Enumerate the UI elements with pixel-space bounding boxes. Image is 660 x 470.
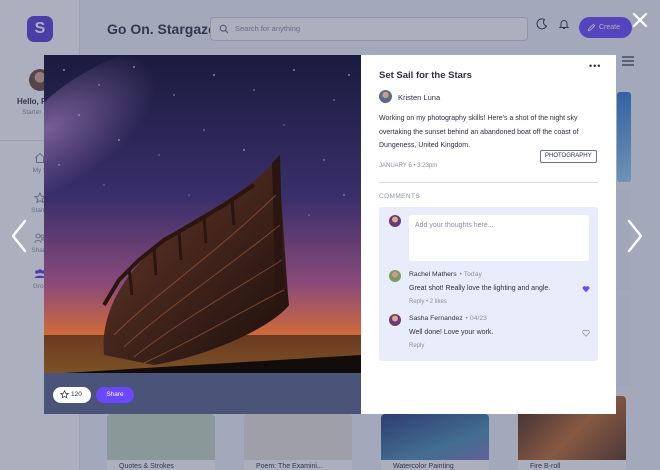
post-modal: 120 Share ••• Set Sail for the Stars Kri…	[44, 55, 616, 414]
comment-text: Great shot! Really love the lighting and…	[409, 285, 551, 292]
commenter-avatar[interactable]	[389, 314, 401, 326]
comment-time: • 04/23	[465, 315, 487, 322]
post-description: Working on my photography skills! Here’s…	[379, 115, 579, 149]
author-name[interactable]: Kristen Luna	[398, 93, 440, 102]
comment-time: • Today	[459, 271, 482, 278]
comment-header: Rachel Mathers • Today	[409, 271, 482, 278]
commenter-name[interactable]: Sasha Fernandez	[409, 315, 463, 322]
comments-heading: COMMENTS	[379, 193, 421, 200]
post-photo	[44, 55, 361, 373]
commenter-avatar[interactable]	[389, 270, 401, 282]
commenter-name[interactable]: Rachel Mathers	[409, 271, 457, 278]
comment-likes: • 2 likes	[426, 299, 447, 305]
star-icon	[60, 390, 69, 399]
comment-input[interactable]	[409, 215, 589, 261]
share-button[interactable]: Share	[96, 387, 134, 403]
current-user-avatar	[389, 215, 401, 227]
post-details: ••• Set Sail for the Stars Kristen Luna …	[361, 55, 616, 414]
comment-meta: Reply	[409, 343, 424, 349]
like-button[interactable]: 120	[53, 387, 91, 403]
next-arrow-icon[interactable]	[624, 218, 646, 254]
comment-meta: Reply • 2 likes	[409, 299, 447, 305]
comment-text: Well done! Love your work.	[409, 329, 494, 336]
category-tag[interactable]: PHOTOGRAPHY	[540, 150, 597, 163]
author-avatar[interactable]	[379, 90, 392, 103]
previous-arrow-icon[interactable]	[8, 218, 30, 254]
heart-outline-icon[interactable]	[582, 329, 590, 337]
comment-header: Sasha Fernandez • 04/23	[409, 315, 487, 322]
like-count: 120	[71, 391, 82, 398]
photo-pane: 120 Share	[44, 55, 361, 414]
comments-section: Rachel Mathers• Today Great shot! Really…	[379, 207, 598, 361]
section-divider	[379, 182, 598, 183]
post-date: JANUARY 6 • 3:23pm	[379, 163, 438, 169]
close-icon[interactable]	[630, 10, 650, 30]
post-title: Set Sail for the Stars	[379, 70, 472, 81]
more-options-icon[interactable]: •••	[589, 61, 601, 71]
heart-filled-icon[interactable]	[582, 285, 590, 293]
reply-link[interactable]: Reply	[409, 343, 424, 349]
reply-link[interactable]: Reply	[409, 299, 424, 305]
